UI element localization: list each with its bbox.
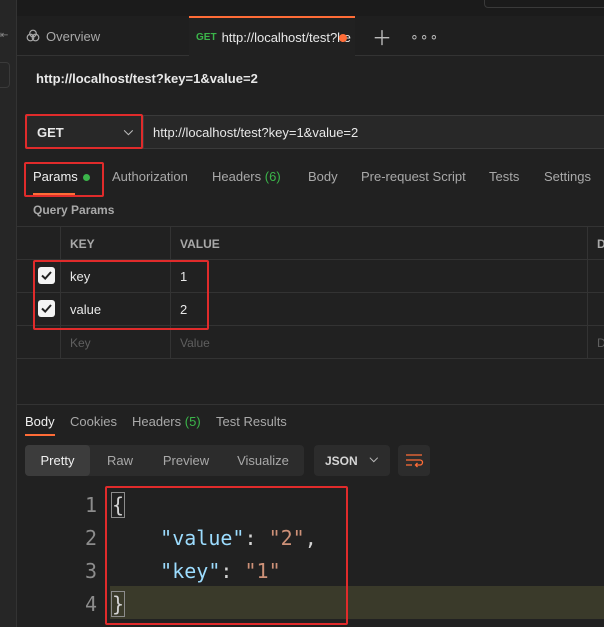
view-mode-group: Pretty Raw Preview Visualize (25, 445, 304, 476)
resp-tab-headers[interactable]: Headers (5) (132, 414, 201, 429)
top-bar (17, 0, 604, 16)
param-desc-cell[interactable] (588, 293, 604, 326)
tab-overview-label: Overview (46, 28, 101, 44)
table-header-row: KEY VALUE D (17, 227, 604, 260)
json-key: "value" (160, 526, 245, 550)
active-tab-underline (25, 434, 55, 436)
response-editor[interactable]: 1 2 3 4 { "value": "2", "key": "1" } (17, 486, 604, 627)
row-check-cell (17, 260, 61, 293)
close-brace: } (110, 591, 126, 617)
format-select[interactable]: JSON ⌵ (314, 445, 390, 476)
code-line-1: { (110, 492, 126, 518)
resp-tab-body[interactable]: Body (25, 414, 55, 429)
more-tabs-icon[interactable]: ∘∘∘ (410, 16, 439, 56)
header-value: VALUE (171, 227, 588, 260)
sidebar-search-box[interactable] (0, 62, 10, 88)
tab-params-label: Params (33, 169, 78, 184)
tab-body[interactable]: Body (308, 169, 338, 184)
checkmark-icon (41, 271, 52, 281)
line-number: 3 (84, 559, 97, 583)
tab-request-method: GET (196, 31, 217, 43)
row-check-cell (17, 326, 61, 359)
new-desc-input[interactable]: D (588, 326, 604, 359)
json-key: "key" (160, 559, 221, 583)
query-params-label: Query Params (33, 203, 115, 217)
param-key-cell[interactable]: value (61, 293, 171, 326)
wrap-lines-icon (406, 454, 424, 468)
open-brace: { (110, 492, 126, 518)
resp-tab-test-results[interactable]: Test Results (216, 414, 287, 429)
json-separator: : (244, 526, 269, 550)
wrap-lines-button[interactable] (398, 445, 430, 476)
resp-tab-cookies[interactable]: Cookies (70, 414, 117, 429)
tab-prerequest-script[interactable]: Pre-request Script (361, 169, 466, 184)
collapse-icon[interactable]: ⇤ (0, 30, 12, 42)
row-check-cell (17, 293, 61, 326)
new-key-input[interactable]: Key (61, 326, 171, 359)
query-params-table: KEY VALUE D key 1 value 2 Key Value D (17, 226, 604, 359)
header-description: D (597, 236, 604, 251)
chevron-down-icon: ⌵ (123, 124, 133, 138)
json-trail: , (304, 526, 317, 550)
table-row: value 2 (17, 293, 604, 326)
checkmark-icon (41, 304, 52, 314)
resp-tab-headers-count: (5) (184, 414, 201, 429)
chevron-down-icon: ⌵ (369, 453, 378, 465)
tab-params[interactable]: Params (33, 169, 90, 184)
code-line-3: "key": "1" (112, 559, 281, 583)
table-row: key 1 (17, 260, 604, 293)
params-active-dot-icon (82, 174, 90, 182)
param-value-cell[interactable]: 1 (171, 260, 588, 293)
json-value: "2" (268, 526, 305, 550)
left-sidebar-strip: ⇤ (0, 0, 17, 627)
param-key-cell[interactable]: key (61, 260, 171, 293)
tab-headers[interactable]: Headers (6) (212, 169, 281, 184)
param-checkbox[interactable] (38, 267, 55, 284)
request-title[interactable]: http://localhost/test?key=1&value=2 (36, 71, 258, 86)
table-row-empty: Key Value D (17, 326, 604, 359)
view-pretty-button[interactable]: Pretty (25, 445, 90, 476)
unsaved-dot-icon (339, 34, 347, 42)
tab-headers-count: (6) (264, 169, 281, 184)
url-input[interactable]: http://localhost/test?key=1&value=2 (153, 116, 358, 148)
request-tabs: Params Authorization Headers (6) Body Pr… (17, 160, 604, 196)
response-tabs: Body Cookies Headers (5) Test Results (17, 404, 604, 436)
line-number: 4 (84, 592, 97, 616)
json-separator: : (220, 559, 245, 583)
view-raw-button[interactable]: Raw (90, 445, 150, 476)
method-select-value: GET (37, 124, 64, 140)
view-preview-button[interactable]: Preview (150, 445, 222, 476)
active-tab-underline (33, 193, 75, 195)
method-select[interactable]: GET ⌵ (27, 116, 144, 148)
tab-tests[interactable]: Tests (489, 169, 519, 184)
new-tab-button[interactable]: ＋ (372, 16, 392, 56)
param-desc-cell[interactable] (588, 260, 604, 293)
view-visualize-button[interactable]: Visualize (222, 445, 304, 476)
tab-request[interactable]: GET http://localhost/test?ke (189, 16, 355, 56)
header-key: KEY (61, 227, 171, 260)
line-number: 2 (84, 526, 97, 550)
tab-settings[interactable]: Settings (544, 169, 591, 184)
line-number: 1 (84, 493, 97, 517)
tab-request-label: http://localhost/test?ke (221, 29, 351, 45)
tab-authorization[interactable]: Authorization (112, 169, 188, 184)
current-line-highlight (110, 586, 604, 619)
overview-icon (26, 29, 40, 42)
url-bar: GET ⌵ http://localhost/test?key=1&value=… (26, 115, 604, 149)
code-line-4: } (110, 591, 126, 617)
tab-overview[interactable]: Overview (25, 16, 100, 56)
code-line-2: "value": "2", (112, 526, 317, 550)
resp-tab-headers-label: Headers (132, 414, 182, 429)
param-value-cell[interactable]: 2 (171, 293, 588, 326)
top-search-box[interactable] (484, 0, 604, 8)
new-value-input[interactable]: Value (171, 326, 588, 359)
tab-bar: Overview GET http://localhost/test?ke ＋ … (17, 16, 604, 56)
json-value: "1" (244, 559, 281, 583)
format-select-value: JSON (325, 453, 358, 468)
param-checkbox[interactable] (38, 300, 55, 317)
tab-headers-label: Headers (212, 169, 262, 184)
header-check-cell (17, 227, 61, 260)
